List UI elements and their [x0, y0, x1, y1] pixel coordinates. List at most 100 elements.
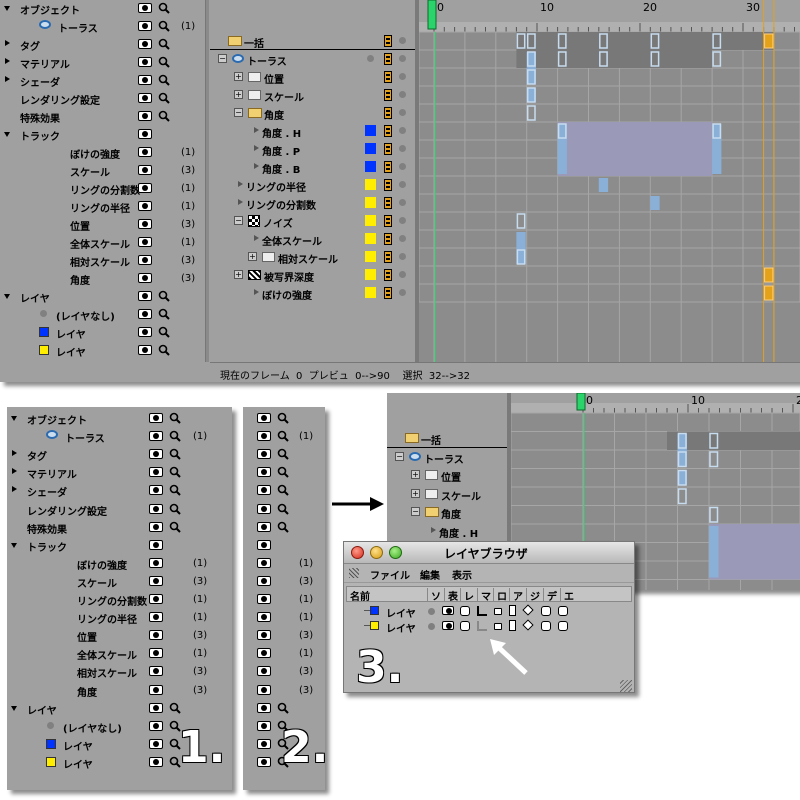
eye-icon[interactable] [149, 431, 163, 442]
search-icon[interactable] [158, 308, 170, 320]
search-icon[interactable] [158, 2, 170, 14]
track-row[interactable]: 一括 [387, 429, 552, 448]
tree-item[interactable] [243, 464, 325, 482]
tree-item[interactable]: トーラス (1) [7, 428, 232, 446]
tree-item[interactable]: タグ [7, 446, 232, 464]
search-icon[interactable] [158, 290, 170, 302]
tree-item[interactable]: オブジェクト [7, 410, 232, 428]
track-row[interactable]: − トーラス [387, 448, 552, 467]
track-row[interactable]: + 被写界深度 [210, 266, 415, 284]
collapse-toggle-icon[interactable]: − [234, 108, 243, 117]
tree-item[interactable]: ぼけの強度 (1) [7, 555, 232, 573]
eye-icon[interactable] [138, 93, 152, 103]
tree-item[interactable]: 特殊効果 [7, 519, 232, 537]
tree-item[interactable]: ぼけの強度 (1) [0, 144, 205, 162]
eye-icon[interactable] [138, 327, 152, 337]
eye-icon[interactable] [149, 684, 163, 695]
layer-color-swatch[interactable] [365, 161, 376, 172]
expand-arrow-icon[interactable] [4, 6, 10, 11]
expand-arrow-icon[interactable] [11, 542, 17, 548]
eye-icon[interactable] [257, 702, 271, 713]
expand-arrow-icon[interactable] [4, 132, 10, 137]
search-icon[interactable] [169, 430, 181, 442]
search-icon[interactable] [277, 466, 289, 479]
eye-icon[interactable] [257, 630, 271, 641]
eye-icon[interactable] [442, 606, 454, 615]
eye-icon[interactable] [149, 449, 163, 460]
search-icon[interactable] [277, 521, 289, 533]
eye-icon[interactable] [257, 431, 271, 442]
eye-icon[interactable] [257, 521, 271, 532]
collapsed-arrow-icon[interactable] [12, 486, 17, 493]
tree-item[interactable]: (1) [243, 609, 325, 627]
render-icon[interactable] [460, 621, 470, 631]
eye-icon[interactable] [149, 630, 163, 641]
track-status-dot[interactable] [399, 73, 406, 80]
search-icon[interactable] [277, 484, 289, 497]
eye-icon[interactable] [149, 666, 163, 677]
search-icon[interactable] [158, 344, 170, 356]
track-status-dot[interactable] [399, 181, 406, 188]
eye-icon[interactable] [257, 467, 271, 478]
track-row[interactable]: − トーラス [210, 50, 415, 68]
expand-toggle-icon[interactable]: + [411, 488, 420, 498]
track-row[interactable]: + 相対スケール [210, 248, 415, 266]
eye-icon[interactable] [257, 720, 271, 731]
eye-icon[interactable] [149, 738, 163, 749]
tree-item[interactable]: リングの分割数 (1) [0, 180, 205, 198]
film-icon[interactable] [384, 287, 392, 299]
window-titlebar[interactable]: レイヤブラウザ [344, 542, 634, 564]
search-icon[interactable] [277, 430, 289, 442]
eye-icon[interactable] [149, 648, 163, 659]
tree-item[interactable] [243, 446, 325, 464]
timeline-area[interactable]: 0 10 20 30 [419, 0, 800, 362]
deformer-icon[interactable] [541, 621, 551, 631]
track-row[interactable]: 角度 . B [210, 158, 415, 176]
eye-icon[interactable] [257, 594, 271, 604]
track-row[interactable]: ぼけの強度 [210, 284, 415, 302]
tree-item[interactable]: 全体スケール (1) [0, 234, 205, 252]
collapsed-arrow-icon[interactable] [5, 58, 10, 64]
eye-icon[interactable] [138, 57, 152, 67]
tree-item[interactable]: レイヤ [0, 324, 205, 342]
eye-icon[interactable] [257, 612, 271, 623]
eye-icon[interactable] [138, 183, 152, 193]
expand-arrow-icon[interactable] [4, 294, 10, 299]
column-header-0[interactable]: 名前 [350, 588, 370, 603]
eye-icon[interactable] [257, 648, 271, 659]
eye-icon[interactable] [257, 756, 271, 767]
eye-icon[interactable] [149, 702, 163, 713]
tree-item[interactable]: レイヤ [0, 288, 205, 306]
eye-icon[interactable] [149, 485, 163, 496]
track-status-dot[interactable] [399, 163, 406, 170]
search-icon[interactable] [277, 503, 289, 515]
eye-icon[interactable] [138, 147, 152, 157]
tree-item[interactable]: オブジェクト [0, 0, 205, 18]
collapsed-arrow-icon[interactable] [12, 468, 17, 475]
eye-icon[interactable] [149, 575, 163, 586]
tree-item[interactable]: スケール (3) [0, 162, 205, 180]
film-icon[interactable] [384, 53, 392, 65]
tree-item[interactable]: トラック [7, 537, 232, 555]
close-button[interactable] [351, 546, 364, 559]
layer-color-swatch[interactable] [370, 621, 379, 630]
eye-icon[interactable] [149, 539, 163, 550]
eye-icon[interactable] [257, 503, 271, 514]
track-row[interactable]: 角度 . H [387, 522, 552, 541]
track-row[interactable]: − 角度 [210, 104, 415, 122]
film-icon[interactable] [384, 35, 392, 47]
layer-color-swatch[interactable] [46, 756, 56, 767]
eye-icon[interactable] [138, 237, 152, 247]
tree-item[interactable]: スケール (3) [7, 573, 232, 591]
track-row[interactable]: リングの半径 [210, 176, 415, 194]
column-header-5[interactable]: ロ [493, 588, 507, 603]
layer-color-swatch[interactable] [370, 606, 379, 615]
tree-item[interactable]: 角度 (3) [7, 682, 232, 700]
search-icon[interactable] [169, 484, 181, 497]
layer-color-swatch[interactable] [365, 197, 376, 208]
search-icon[interactable] [169, 466, 181, 479]
tree-item[interactable]: リングの分割数 (1) [7, 591, 232, 609]
collapsed-arrow-icon[interactable] [5, 40, 10, 46]
search-icon[interactable] [277, 448, 289, 460]
tree-item[interactable]: リングの半径 (1) [0, 198, 205, 216]
